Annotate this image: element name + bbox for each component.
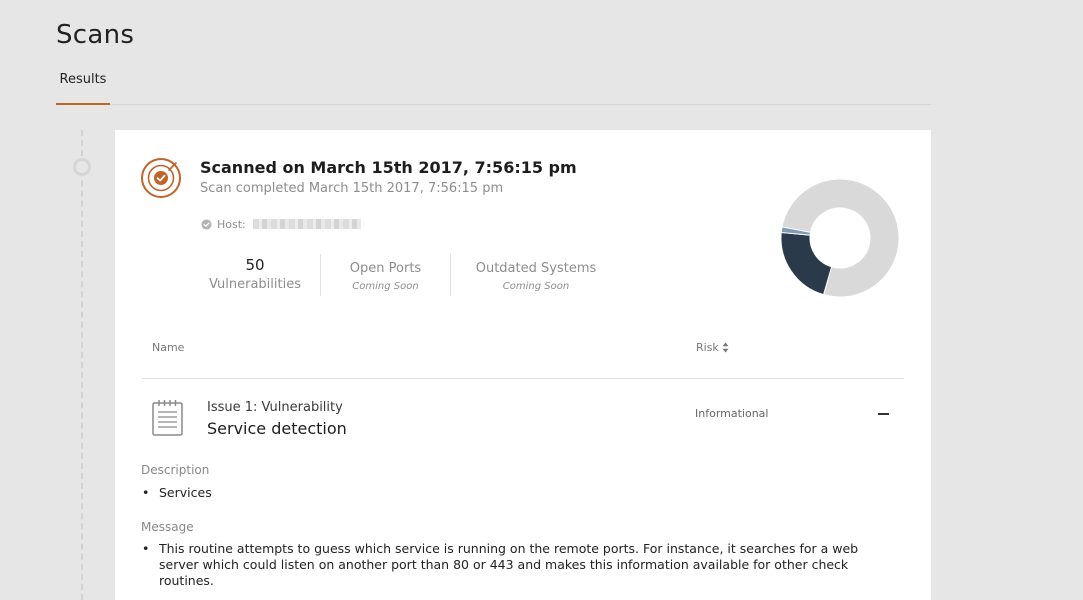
scans-page: Scans Results Scanned on March 15th 2017… (0, 0, 1083, 600)
check-circle-icon (201, 218, 212, 230)
table-divider (142, 378, 904, 379)
radar-target-icon (141, 158, 181, 198)
minus-icon[interactable] (875, 405, 893, 423)
host-value-redacted (252, 219, 361, 229)
column-header-risk-label: Risk (696, 341, 719, 354)
host-label: Host: (217, 217, 246, 231)
sort-icon[interactable] (722, 342, 729, 353)
donut-slice-segment-dark (780, 231, 833, 296)
scan-title: Scanned on March 15th 2017, 7:56:15 pm (200, 158, 577, 177)
list-item: This routine attempts to guess which ser… (141, 541, 881, 589)
issue-label: Issue 1: Vulnerability (207, 400, 343, 415)
issue-title: Service detection (207, 419, 347, 438)
column-header-risk[interactable]: Risk (696, 341, 729, 354)
open-ports-label: Open Ports (349, 260, 422, 276)
open-ports-note: Coming Soon (352, 280, 419, 292)
stat-open-ports: Open Ports Coming Soon (320, 254, 450, 296)
scan-subtitle: Scan completed March 15th 2017, 7:56:15 … (200, 181, 504, 196)
timeline-line (81, 130, 83, 600)
description-label: Description (141, 463, 210, 477)
stat-outdated-systems: Outdated Systems Coming Soon (450, 254, 621, 296)
outdated-systems-label: Outdated Systems (475, 260, 597, 276)
scan-stats: 50 Vulnerabilities Open Ports Coming Soo… (190, 254, 621, 298)
timeline-marker (73, 158, 91, 176)
page-title: Scans (56, 20, 135, 50)
tab-results[interactable]: Results (56, 66, 110, 105)
column-header-name: Name (152, 341, 185, 354)
issue-risk-level: Informational (695, 407, 769, 420)
outdated-systems-note: Coming Soon (502, 280, 570, 292)
description-list: Services (141, 485, 881, 501)
risk-donut-chart (780, 178, 900, 298)
notepad-icon (152, 400, 183, 436)
scan-result-card: Scanned on March 15th 2017, 7:56:15 pm S… (115, 130, 931, 600)
list-item: Services (141, 485, 881, 501)
message-list: This routine attempts to guess which ser… (141, 541, 881, 589)
vulnerability-label: Vulnerabilities (209, 277, 301, 292)
stat-vulnerabilities: 50 Vulnerabilities (190, 254, 320, 296)
message-label: Message (141, 520, 194, 534)
host-row: Host: (201, 216, 361, 232)
tab-bar: Results (56, 66, 931, 105)
vulnerability-count: 50 (245, 256, 265, 274)
